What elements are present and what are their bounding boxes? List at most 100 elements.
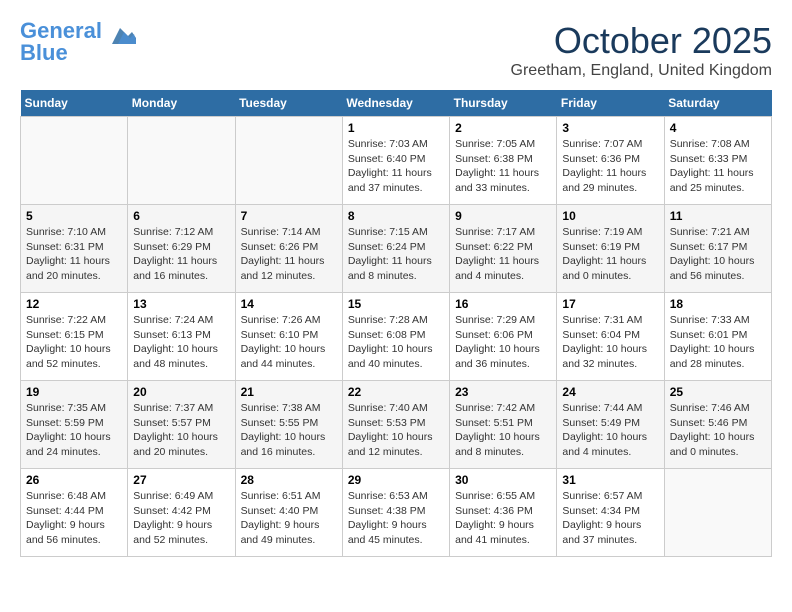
day-detail: Sunrise: 7:28 AM Sunset: 6:08 PM Dayligh… [348,313,444,372]
day-detail: Sunrise: 7:42 AM Sunset: 5:51 PM Dayligh… [455,401,551,460]
day-number: 7 [241,209,337,223]
calendar-week-row: 5 Sunrise: 7:10 AM Sunset: 6:31 PM Daylig… [21,205,772,293]
calendar-cell: 14 Sunrise: 7:26 AM Sunset: 6:10 PM Dayli… [235,293,342,381]
calendar-cell: 12 Sunrise: 7:22 AM Sunset: 6:15 PM Dayli… [21,293,128,381]
logo: GeneralBlue [20,20,136,64]
day-number: 27 [133,473,229,487]
calendar-cell: 17 Sunrise: 7:31 AM Sunset: 6:04 PM Dayli… [557,293,664,381]
day-number: 13 [133,297,229,311]
calendar-cell: 4Sunrise: 7:08 AM Sunset: 6:33 PM Daylig… [664,117,771,205]
day-detail: Sunrise: 7:22 AM Sunset: 6:15 PM Dayligh… [26,313,122,372]
day-number: 28 [241,473,337,487]
calendar-title: October 2025 [511,20,772,62]
day-number: 5 [26,209,122,223]
day-number: 21 [241,385,337,399]
day-number: 24 [562,385,658,399]
day-number: 20 [133,385,229,399]
weekday-header-thursday: Thursday [450,90,557,117]
calendar-cell: 29Sunrise: 6:53 AM Sunset: 4:38 PM Dayli… [342,469,449,557]
calendar-cell: 2 Sunrise: 7:05 AM Sunset: 6:38 PM Daylig… [450,117,557,205]
calendar-week-row: 19 Sunrise: 7:35 AM Sunset: 5:59 PM Dayli… [21,381,772,469]
calendar-cell: 21 Sunrise: 7:38 AM Sunset: 5:55 PM Dayli… [235,381,342,469]
day-detail: Sunrise: 6:55 AM Sunset: 4:36 PM Dayligh… [455,489,551,548]
day-number: 30 [455,473,551,487]
calendar-cell [235,117,342,205]
day-detail: Sunrise: 7:44 AM Sunset: 5:49 PM Dayligh… [562,401,658,460]
day-number: 25 [670,385,766,399]
calendar-cell: 22Sunrise: 7:40 AM Sunset: 5:53 PM Dayli… [342,381,449,469]
day-number: 23 [455,385,551,399]
weekday-header-row: SundayMondayTuesdayWednesdayThursdayFrid… [21,90,772,117]
day-number: 11 [670,209,766,223]
day-detail: Sunrise: 6:48 AM Sunset: 4:44 PM Dayligh… [26,489,122,548]
calendar-cell: 7 Sunrise: 7:14 AM Sunset: 6:26 PM Daylig… [235,205,342,293]
day-number: 19 [26,385,122,399]
calendar-cell: 6 Sunrise: 7:12 AM Sunset: 6:29 PM Daylig… [128,205,235,293]
calendar-cell: 31 Sunrise: 6:57 AM Sunset: 4:34 PM Dayli… [557,469,664,557]
day-detail: Sunrise: 7:26 AM Sunset: 6:10 PM Dayligh… [241,313,337,372]
day-detail: Sunrise: 7:21 AM Sunset: 6:17 PM Dayligh… [670,225,766,284]
weekday-header-friday: Friday [557,90,664,117]
day-number: 8 [348,209,444,223]
weekday-header-tuesday: Tuesday [235,90,342,117]
calendar-cell: 30 Sunrise: 6:55 AM Sunset: 4:36 PM Dayli… [450,469,557,557]
day-detail: Sunrise: 7:35 AM Sunset: 5:59 PM Dayligh… [26,401,122,460]
weekday-header-saturday: Saturday [664,90,771,117]
weekday-header-wednesday: Wednesday [342,90,449,117]
day-detail: Sunrise: 7:05 AM Sunset: 6:38 PM Dayligh… [455,137,551,196]
day-detail: Sunrise: 6:49 AM Sunset: 4:42 PM Dayligh… [133,489,229,548]
day-detail: Sunrise: 6:57 AM Sunset: 4:34 PM Dayligh… [562,489,658,548]
day-number: 2 [455,121,551,135]
calendar-cell: 1 Sunrise: 7:03 AM Sunset: 6:40 PM Daylig… [342,117,449,205]
day-detail: Sunrise: 6:51 AM Sunset: 4:40 PM Dayligh… [241,489,337,548]
calendar-cell: 18Sunrise: 7:33 AM Sunset: 6:01 PM Dayli… [664,293,771,381]
day-detail: Sunrise: 7:24 AM Sunset: 6:13 PM Dayligh… [133,313,229,372]
day-number: 31 [562,473,658,487]
calendar-week-row: 12 Sunrise: 7:22 AM Sunset: 6:15 PM Dayli… [21,293,772,381]
day-detail: Sunrise: 7:33 AM Sunset: 6:01 PM Dayligh… [670,313,766,372]
day-number: 12 [26,297,122,311]
day-detail: Sunrise: 7:10 AM Sunset: 6:31 PM Dayligh… [26,225,122,284]
day-number: 9 [455,209,551,223]
calendar-cell: 20 Sunrise: 7:37 AM Sunset: 5:57 PM Dayli… [128,381,235,469]
calendar-cell: 25 Sunrise: 7:46 AM Sunset: 5:46 PM Dayli… [664,381,771,469]
calendar-cell: 16Sunrise: 7:29 AM Sunset: 6:06 PM Dayli… [450,293,557,381]
calendar-cell: 24 Sunrise: 7:44 AM Sunset: 5:49 PM Dayli… [557,381,664,469]
day-number: 6 [133,209,229,223]
weekday-header-monday: Monday [128,90,235,117]
calendar-cell [21,117,128,205]
calendar-cell: 28 Sunrise: 6:51 AM Sunset: 4:40 PM Dayli… [235,469,342,557]
calendar-cell: 13 Sunrise: 7:24 AM Sunset: 6:13 PM Dayli… [128,293,235,381]
day-detail: Sunrise: 7:14 AM Sunset: 6:26 PM Dayligh… [241,225,337,284]
day-detail: Sunrise: 7:17 AM Sunset: 6:22 PM Dayligh… [455,225,551,284]
calendar-cell [128,117,235,205]
calendar-cell: 3Sunrise: 7:07 AM Sunset: 6:36 PM Daylig… [557,117,664,205]
day-detail: Sunrise: 7:29 AM Sunset: 6:06 PM Dayligh… [455,313,551,372]
day-number: 14 [241,297,337,311]
day-detail: Sunrise: 7:07 AM Sunset: 6:36 PM Dayligh… [562,137,658,196]
calendar-cell: 15 Sunrise: 7:28 AM Sunset: 6:08 PM Dayli… [342,293,449,381]
weekday-header-sunday: Sunday [21,90,128,117]
calendar-cell: 5 Sunrise: 7:10 AM Sunset: 6:31 PM Daylig… [21,205,128,293]
day-detail: Sunrise: 7:12 AM Sunset: 6:29 PM Dayligh… [133,225,229,284]
calendar-week-row: 1 Sunrise: 7:03 AM Sunset: 6:40 PM Daylig… [21,117,772,205]
logo-icon [104,24,136,52]
day-detail: Sunrise: 7:03 AM Sunset: 6:40 PM Dayligh… [348,137,444,196]
day-detail: Sunrise: 7:38 AM Sunset: 5:55 PM Dayligh… [241,401,337,460]
page-header: GeneralBlue October 2025 Greetham, Engla… [20,20,772,80]
calendar-cell: 27 Sunrise: 6:49 AM Sunset: 4:42 PM Dayli… [128,469,235,557]
day-number: 1 [348,121,444,135]
calendar-cell: 19 Sunrise: 7:35 AM Sunset: 5:59 PM Dayli… [21,381,128,469]
day-number: 15 [348,297,444,311]
calendar-cell: 10 Sunrise: 7:19 AM Sunset: 6:19 PM Dayli… [557,205,664,293]
day-number: 10 [562,209,658,223]
calendar-week-row: 26Sunrise: 6:48 AM Sunset: 4:44 PM Dayli… [21,469,772,557]
day-number: 17 [562,297,658,311]
day-detail: Sunrise: 7:40 AM Sunset: 5:53 PM Dayligh… [348,401,444,460]
calendar-cell: 23 Sunrise: 7:42 AM Sunset: 5:51 PM Dayli… [450,381,557,469]
day-detail: Sunrise: 7:46 AM Sunset: 5:46 PM Dayligh… [670,401,766,460]
day-detail: Sunrise: 7:37 AM Sunset: 5:57 PM Dayligh… [133,401,229,460]
day-detail: Sunrise: 7:19 AM Sunset: 6:19 PM Dayligh… [562,225,658,284]
day-detail: Sunrise: 7:31 AM Sunset: 6:04 PM Dayligh… [562,313,658,372]
day-detail: Sunrise: 6:53 AM Sunset: 4:38 PM Dayligh… [348,489,444,548]
